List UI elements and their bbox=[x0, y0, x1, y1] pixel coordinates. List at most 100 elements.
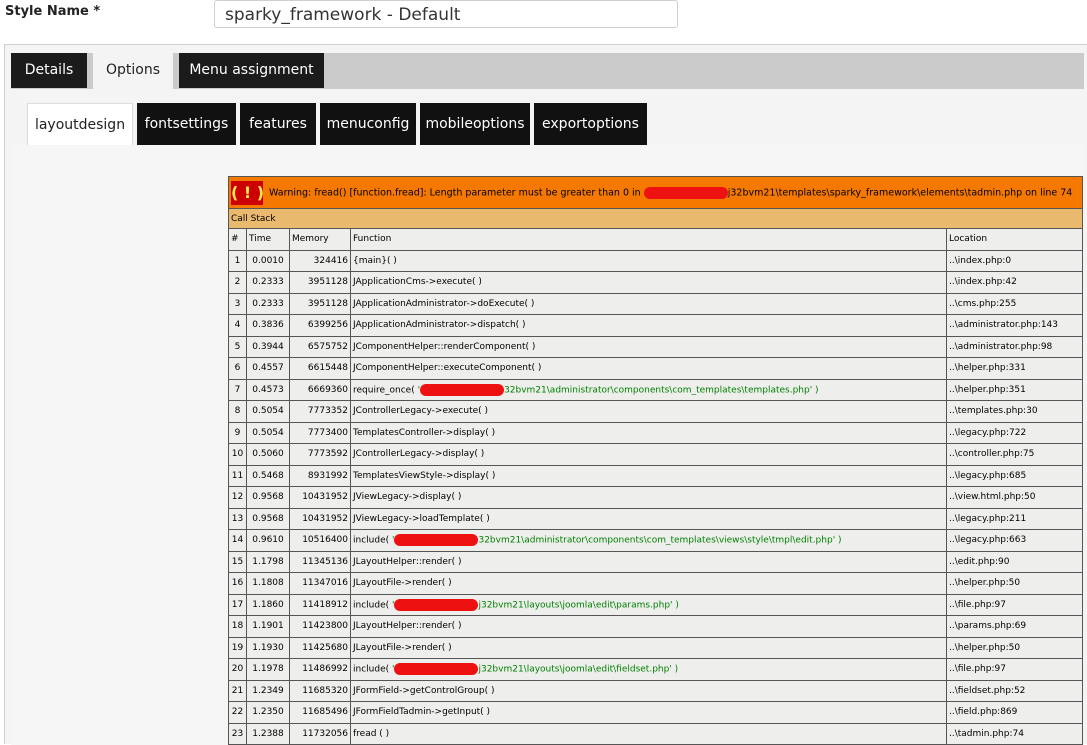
function-name: fread ( ) bbox=[353, 728, 390, 739]
row-function: JComponentHelper::renderComponent( ) bbox=[350, 335, 947, 358]
row-function: JViewLegacy->display( ) bbox=[350, 486, 947, 509]
column-header-row: # Time Memory Function Location bbox=[228, 228, 1084, 251]
subtab-exportoptions[interactable]: exportoptions bbox=[534, 103, 647, 145]
row-location: ..\file.php:97 bbox=[945, 658, 1084, 681]
row-function: TemplatesViewStyle->display( ) bbox=[350, 464, 947, 487]
table-row: 4 0.3836 6399256 JApplicationAdministrator-… bbox=[228, 314, 1084, 337]
row-time: 1.2350 bbox=[246, 701, 290, 724]
row-memory: 324416 bbox=[289, 249, 351, 272]
row-number: 2 bbox=[228, 271, 247, 294]
row-time: 0.9568 bbox=[246, 486, 290, 509]
table-row: 21 1.2349 11685320 JFormField->getControlGr… bbox=[228, 679, 1084, 702]
table-row: 5 0.3944 6575752 JComponentHelper::renderCo… bbox=[228, 335, 1084, 358]
table-row: 6 0.4557 6615448 JComponentHelper::executeC… bbox=[228, 357, 1084, 380]
subtab-menuconfig[interactable]: menuconfig bbox=[320, 103, 416, 145]
tab-details[interactable]: Details bbox=[11, 53, 87, 88]
row-function: JComponentHelper::executeComponent( ) bbox=[350, 357, 947, 380]
style-name-label: Style Name * bbox=[5, 4, 101, 19]
main-tabbar: Details Options Menu assignment bbox=[11, 53, 1084, 89]
row-number: 17 bbox=[228, 593, 247, 616]
tab-options[interactable]: Options bbox=[93, 53, 173, 89]
row-function: JLayoutHelper::render( ) bbox=[350, 615, 947, 638]
function-param: j32bvm21\layouts\joomla\edit\params.php'… bbox=[478, 600, 679, 611]
row-location: ..\view.html.php:50 bbox=[945, 486, 1084, 509]
table-row: 16 1.1808 11347016 JLayoutFile->render( )..… bbox=[228, 572, 1084, 595]
row-time: 1.1978 bbox=[246, 658, 290, 681]
subtab-mobileoptions[interactable]: mobileoptions bbox=[420, 103, 530, 145]
table-row: 1 0.0010 324416 {main}( ) ..\index.php:0 bbox=[228, 249, 1084, 272]
warning-suffix: j32bvm21\templates\sparky_framework\elem… bbox=[727, 187, 1073, 198]
row-time: 0.9610 bbox=[246, 529, 290, 552]
row-function: JLayoutHelper::render( ) bbox=[350, 550, 947, 573]
row-location: ..\file.php:97 bbox=[945, 593, 1084, 616]
row-time: 0.0010 bbox=[246, 249, 290, 272]
column-header: # bbox=[228, 228, 247, 251]
row-location: ..\templates.php:30 bbox=[945, 400, 1084, 423]
row-time: 1.2388 bbox=[246, 722, 290, 745]
row-function: JControllerLegacy->display( ) bbox=[350, 443, 947, 466]
table-row: 2 0.2333 3951128 JApplicationCms->execute( … bbox=[228, 271, 1084, 294]
row-number: 4 bbox=[228, 314, 247, 337]
function-param: j32bvm21\layouts\joomla\edit\fieldset.ph… bbox=[478, 664, 679, 675]
function-name: TemplatesViewStyle->display( ) bbox=[353, 470, 496, 481]
row-function: fread ( ) bbox=[350, 722, 947, 745]
row-time: 0.4573 bbox=[246, 378, 290, 401]
column-header: Location bbox=[945, 228, 1084, 251]
function-name: JLayoutFile->render( ) bbox=[353, 578, 452, 589]
function-name: TemplatesController->display( ) bbox=[353, 427, 496, 438]
warning-row: ( ! ) Warning: fread() [function.fread]: … bbox=[227, 176, 1084, 209]
row-location: ..\index.php:42 bbox=[945, 271, 1084, 294]
row-number: 6 bbox=[228, 357, 247, 380]
row-location: ..\tadmin.php:74 bbox=[945, 722, 1084, 745]
row-time: 0.2333 bbox=[246, 271, 290, 294]
call-stack-title: Call Stack bbox=[227, 208, 1084, 229]
row-number: 21 bbox=[228, 679, 247, 702]
function-name: include( bbox=[353, 600, 390, 611]
row-number: 19 bbox=[228, 636, 247, 659]
function-name: JControllerLegacy->display( ) bbox=[353, 449, 485, 460]
row-memory: 7773592 bbox=[289, 443, 351, 466]
row-memory: 11425680 bbox=[289, 636, 351, 659]
row-number: 1 bbox=[228, 249, 247, 272]
row-number: 13 bbox=[228, 507, 247, 530]
redacted-path bbox=[394, 663, 479, 676]
subtab-features[interactable]: features bbox=[240, 103, 316, 145]
row-function: JLayoutFile->render( ) bbox=[350, 636, 947, 659]
row-time: 0.5060 bbox=[246, 443, 290, 466]
row-memory: 6669360 bbox=[289, 378, 351, 401]
function-name: include( bbox=[353, 535, 390, 546]
redacted-path bbox=[420, 383, 505, 396]
row-time: 1.1901 bbox=[246, 615, 290, 638]
table-row: 14 0.9610 10516400 include( ' 32bvm21\admini… bbox=[228, 529, 1084, 552]
subtab-layoutdesign[interactable]: layoutdesign bbox=[27, 103, 133, 145]
row-memory: 11732056 bbox=[289, 722, 351, 745]
function-name: JFormFieldTadmin->getInput( ) bbox=[353, 707, 491, 718]
row-location: ..\administrator.php:98 bbox=[945, 335, 1084, 358]
row-function: JApplicationAdministrator->doExecute( ) bbox=[350, 292, 947, 315]
row-time: 1.1798 bbox=[246, 550, 290, 573]
function-name: require_once( bbox=[353, 385, 415, 396]
row-number: 20 bbox=[228, 658, 247, 681]
table-row: 3 0.2333 3951128 JApplicationAdministrator-… bbox=[228, 292, 1084, 315]
row-location: ..\legacy.php:722 bbox=[945, 421, 1084, 444]
style-name-input[interactable]: sparky_framework - Default bbox=[214, 0, 678, 28]
row-location: ..\legacy.php:211 bbox=[945, 507, 1084, 530]
row-time: 0.5468 bbox=[246, 464, 290, 487]
row-memory: 6399256 bbox=[289, 314, 351, 337]
function-name: JApplicationAdministrator->doExecute( ) bbox=[353, 298, 535, 309]
row-time: 0.5054 bbox=[246, 421, 290, 444]
row-memory: 8931992 bbox=[289, 464, 351, 487]
row-function: require_once( ' 32bvm21\administrator\com… bbox=[350, 378, 947, 401]
row-function: JViewLegacy->loadTemplate( ) bbox=[350, 507, 947, 530]
row-function: JLayoutFile->render( ) bbox=[350, 572, 947, 595]
subtab-fontsettings[interactable]: fontsettings bbox=[137, 103, 236, 145]
table-row: 19 1.1930 11425680 JLayoutFile->render( )..… bbox=[228, 636, 1084, 659]
row-number: 10 bbox=[228, 443, 247, 466]
tab-menu-assignment[interactable]: Menu assignment bbox=[179, 53, 324, 88]
function-name: JApplicationAdministrator->dispatch( ) bbox=[353, 320, 526, 331]
function-name: JApplicationCms->execute( ) bbox=[353, 277, 482, 288]
row-time: 0.2333 bbox=[246, 292, 290, 315]
warning-prefix: Warning: fread() [function.fread]: Lengt… bbox=[269, 187, 641, 198]
warning-icon: ( ! ) bbox=[231, 180, 264, 205]
column-header: Memory bbox=[289, 228, 351, 251]
